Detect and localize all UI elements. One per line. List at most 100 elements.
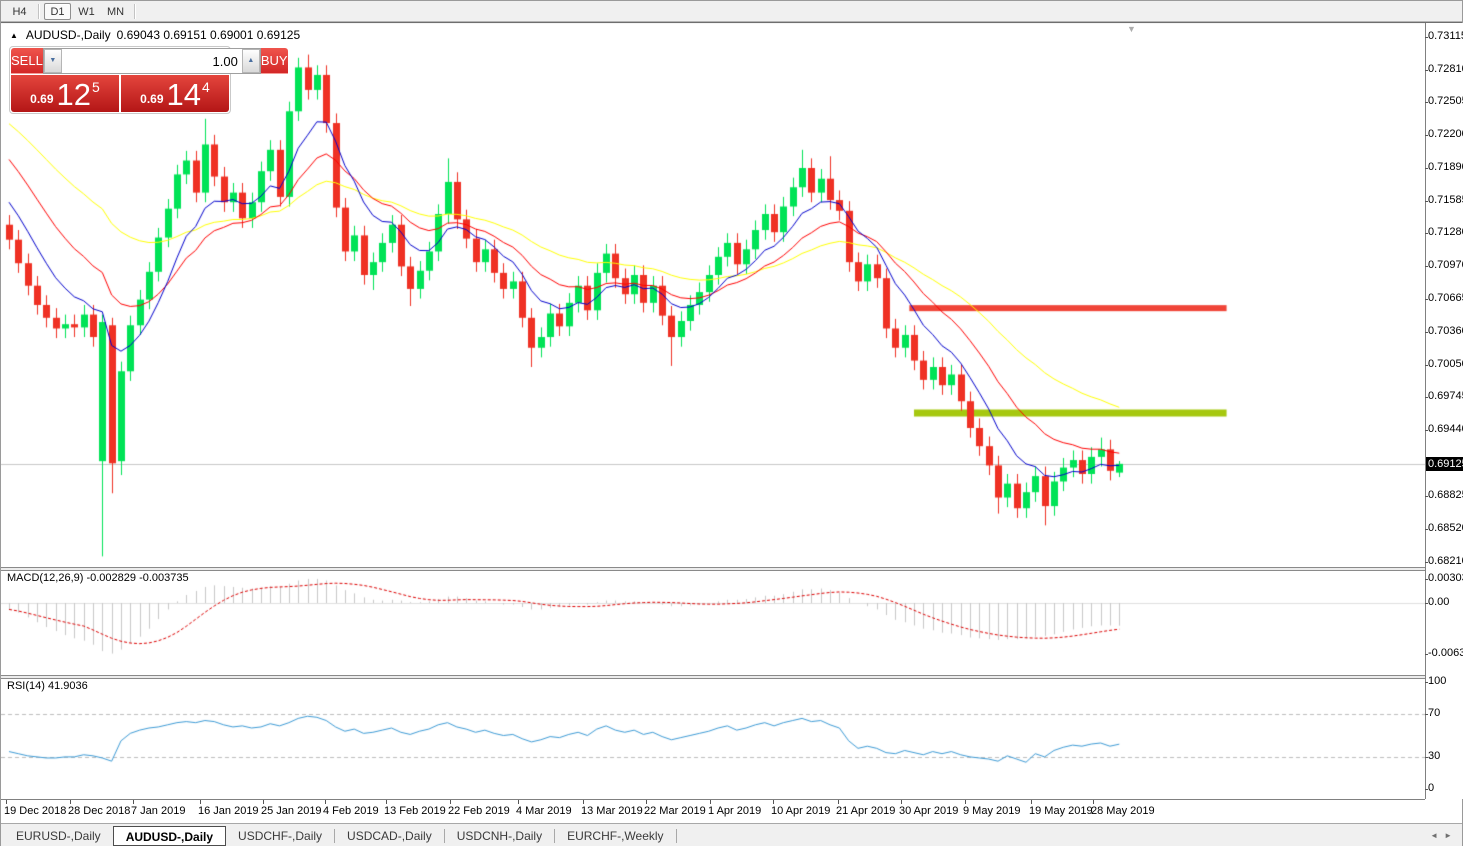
price-axis-tick: 0.70050 — [1428, 358, 1463, 370]
date-axis-tick — [1093, 800, 1094, 804]
chart-tab-bar: EURUSD-,Daily AUDUSD-,Daily USDCHF-,Dail… — [1, 823, 1462, 846]
date-axis-label: 7 Jan 2019 — [131, 805, 185, 817]
date-axis-label: 13 Mar 2019 — [581, 805, 643, 817]
macd-axis-tick: 0.00 — [1428, 596, 1449, 608]
date-axis-label: 22 Mar 2019 — [644, 805, 706, 817]
rsi-axis-tick: 0 — [1428, 782, 1434, 794]
buy-price-pip: 4 — [202, 79, 210, 95]
date-axis-tick — [450, 800, 451, 804]
buy-button[interactable]: BUY — [261, 48, 288, 74]
volume-increase-icon[interactable]: ▲ — [242, 49, 260, 73]
price-axis-tick: 0.70360 — [1428, 325, 1463, 337]
mt4-window: H4 D1 W1 MN MACD(12,26,9) -0.002829 -0.0… — [0, 0, 1463, 846]
tab-usdcnh-daily[interactable]: USDCNH-,Daily — [445, 826, 554, 846]
sell-price-tile[interactable]: 0.69 12 5 — [11, 75, 119, 112]
date-axis-tick — [583, 800, 584, 804]
chart-title: ▲ AUDUSD-,Daily 0.69043 0.69151 0.69001 … — [10, 28, 300, 42]
macd-label: MACD(12,26,9) -0.002829 -0.003735 — [7, 572, 189, 584]
date-axis-label: 30 Apr 2019 — [899, 805, 958, 817]
price-axis-tick: 0.72505 — [1428, 95, 1463, 107]
tab-scroll-right-icon[interactable]: ► — [1444, 831, 1458, 840]
date-axis-label: 4 Feb 2019 — [323, 805, 379, 817]
buy-price-prefix: 0.69 — [140, 92, 163, 106]
price-axis-tick: 0.68210 — [1428, 555, 1463, 567]
price-axis-tick: 0.72810 — [1428, 63, 1463, 75]
date-axis-label: 21 Apr 2019 — [836, 805, 895, 817]
price-axis-tick: 0.71890 — [1428, 161, 1463, 173]
rsi-axis-tick: 70 — [1428, 707, 1440, 719]
price-axis-tick: 0.69440 — [1428, 423, 1463, 435]
sell-price-pip: 5 — [92, 79, 100, 95]
rsi-indicator-pane[interactable] — [1, 679, 1425, 799]
tab-usdcad-daily[interactable]: USDCAD-,Daily — [335, 826, 444, 846]
date-axis-label: 10 Apr 2019 — [771, 805, 830, 817]
price-axis-tick: 0.70970 — [1428, 259, 1463, 271]
macd-indicator-pane[interactable] — [1, 571, 1425, 675]
volume-input[interactable] — [62, 49, 242, 73]
date-axis-label: 13 Feb 2019 — [384, 805, 446, 817]
date-axis-tick — [646, 800, 647, 804]
tab-eurusd-daily[interactable]: EURUSD-,Daily — [4, 826, 113, 846]
date-axis-label: 28 Dec 2018 — [68, 805, 130, 817]
buy-price-big: 14 — [167, 81, 201, 109]
timeframe-mn-button[interactable]: MN — [102, 3, 129, 20]
date-axis-label: 1 Apr 2019 — [708, 805, 761, 817]
date-axis-label: 4 Mar 2019 — [516, 805, 572, 817]
toolbar-separator — [38, 4, 39, 19]
volume-decrease-icon[interactable]: ▼ — [44, 49, 62, 73]
price-axis-tick: 0.70665 — [1428, 292, 1463, 304]
timeframe-w1-button[interactable]: W1 — [73, 3, 100, 20]
one-click-trading-panel: SELL ▼ ▲ BUY 0.69 12 5 0.69 14 4 — [9, 46, 231, 114]
timeframe-d1-button[interactable]: D1 — [44, 3, 71, 20]
date-axis-tick — [965, 800, 966, 804]
date-axis-tick — [70, 800, 71, 804]
tab-scroll-arrows[interactable]: ◄► — [1430, 831, 1458, 840]
date-axis[interactable]: 19 Dec 201828 Dec 20187 Jan 2019 16 Jan 2… — [1, 799, 1425, 823]
date-axis-label: 22 Feb 2019 — [448, 805, 510, 817]
sell-price-prefix: 0.69 — [30, 92, 53, 106]
date-axis-tick — [133, 800, 134, 804]
price-axis-tick: 0.68520 — [1428, 522, 1463, 534]
tab-separator — [676, 829, 677, 843]
tab-usdchf-daily[interactable]: USDCHF-,Daily — [226, 826, 334, 846]
tab-scroll-left-icon[interactable]: ◄ — [1430, 831, 1444, 840]
date-axis-tick — [518, 800, 519, 804]
rsi-axis-tick: 30 — [1428, 750, 1440, 762]
date-axis-tick — [6, 800, 7, 804]
date-axis-tick — [263, 800, 264, 804]
timeframe-h4-button[interactable]: H4 — [6, 3, 33, 20]
tab-audusd-daily[interactable]: AUDUSD-,Daily — [113, 826, 226, 846]
price-axis-tick: 0.69745 — [1428, 390, 1463, 402]
date-axis-label: 19 Dec 2018 — [4, 805, 66, 817]
price-axis-tick: 0.68825 — [1428, 489, 1463, 501]
ohlc-toggle-icon[interactable]: ▲ — [10, 31, 18, 40]
macd-axis-tick: 0.003035 — [1428, 572, 1463, 584]
price-axis-tick: 0.73115 — [1428, 30, 1463, 42]
date-axis-label: 28 May 2019 — [1091, 805, 1155, 817]
volume-stepper: ▼ ▲ — [43, 48, 261, 74]
date-axis-tick — [901, 800, 902, 804]
date-axis-tick — [325, 800, 326, 804]
buy-price-tile[interactable]: 0.69 14 4 — [121, 75, 229, 112]
price-axis-tick: 0.71280 — [1428, 226, 1463, 238]
chart-shift-marker-icon[interactable]: ▼ — [1127, 24, 1136, 34]
date-axis-tick — [1031, 800, 1032, 804]
price-axis-tick: 0.72200 — [1428, 128, 1463, 140]
date-axis-label: 9 May 2019 — [963, 805, 1020, 817]
sell-price-big: 12 — [57, 81, 91, 109]
date-axis-tick — [838, 800, 839, 804]
date-axis-tick — [773, 800, 774, 804]
tab-eurchf-weekly[interactable]: EURCHF-,Weekly — [555, 826, 675, 846]
date-axis-label: 25 Jan 2019 — [261, 805, 322, 817]
macd-axis-tick: -0.006311 — [1428, 647, 1463, 659]
rsi-axis-tick: 100 — [1428, 675, 1446, 687]
price-axis-tick: 0.71585 — [1428, 194, 1463, 206]
date-axis-tick — [710, 800, 711, 804]
sell-button[interactable]: SELL — [11, 48, 43, 74]
date-axis-tick — [386, 800, 387, 804]
chart-ohlc-values: 0.69043 0.69151 0.69001 0.69125 — [117, 28, 301, 42]
date-axis-label: 16 Jan 2019 — [198, 805, 259, 817]
date-axis-label: 19 May 2019 — [1029, 805, 1093, 817]
rsi-label: RSI(14) 41.9036 — [7, 680, 88, 692]
value-axis[interactable]: 0.73115 0.72810 0.72505 0.72200 0.71890 0.715… — [1425, 23, 1463, 799]
